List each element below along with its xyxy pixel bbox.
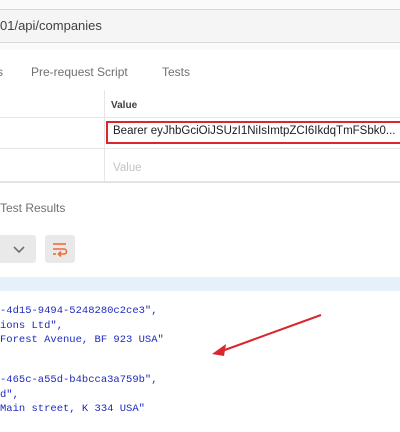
- table-row: [0, 148, 400, 182]
- code-line: ions Ltd",: [0, 320, 64, 332]
- format-select[interactable]: l: [0, 235, 36, 263]
- code-line: Forest Avenue, BF 923 USA": [0, 334, 164, 346]
- wrap-lines-icon: [53, 243, 68, 258]
- tab-tests[interactable]: Tests: [162, 65, 190, 79]
- code-line: Main street, K 334 USA": [0, 403, 145, 415]
- authorization-value-field[interactable]: Bearer eyJhbGciOiJSUzI1NiIsImtpZCI6IkdqT…: [106, 121, 400, 144]
- column-divider: [104, 90, 105, 182]
- value-placeholder[interactable]: Value: [113, 162, 142, 174]
- url-bar: 01/api/companies: [0, 0, 400, 51]
- url-input[interactable]: 01/api/companies: [0, 9, 400, 43]
- response-toolbar: l: [0, 228, 400, 276]
- tab-headers[interactable]: s: [0, 65, 3, 79]
- tab-test-results[interactable]: Test Results: [0, 201, 65, 215]
- code-line: -465c-a55d-b4bcca3a759b",: [0, 374, 158, 386]
- response-tabs: Test Results: [0, 182, 400, 229]
- value-column-header: Value: [111, 100, 138, 111]
- table-header-row: [0, 90, 400, 118]
- response-status-strip: [0, 277, 400, 291]
- headers-table: Value Bearer eyJhbGciOiJSUzI1NiIsImtpZCI…: [0, 90, 400, 182]
- code-line: d",: [0, 389, 19, 401]
- response-body: -4d15-9494-5248280c2ce3", ions Ltd", For…: [0, 291, 400, 432]
- code-line: -4d15-9494-5248280c2ce3",: [0, 305, 158, 317]
- tab-pre-request-script[interactable]: Pre-request Script: [31, 65, 128, 79]
- wrap-lines-button[interactable]: [45, 235, 75, 263]
- chevron-down-icon: [13, 246, 25, 254]
- url-text: 01/api/companies: [0, 18, 102, 33]
- request-tabs: s Pre-request Script Tests: [0, 50, 400, 91]
- authorization-value-text: Bearer eyJhbGciOiJSUzI1NiIsImtpZCI6IkdqT…: [113, 125, 396, 137]
